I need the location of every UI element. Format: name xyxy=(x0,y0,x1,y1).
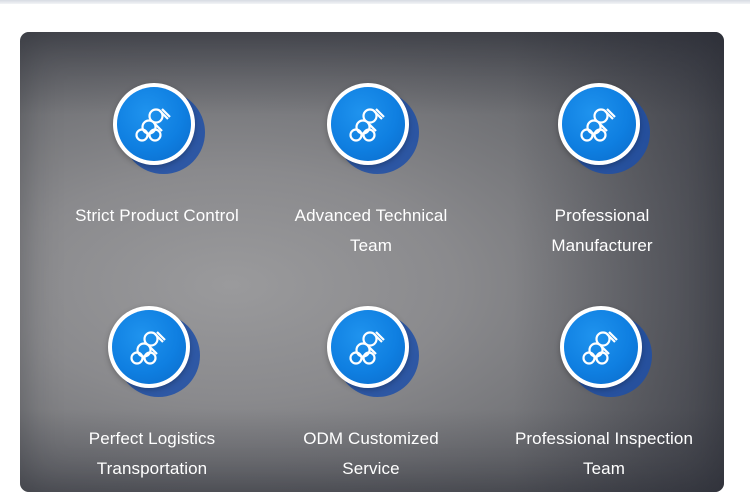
top-divider xyxy=(0,0,750,4)
feature-label: Professional Inspection Team xyxy=(494,424,714,484)
feature-badge xyxy=(113,83,205,174)
feature-strict-product-control: Strict Product Control xyxy=(47,83,267,231)
steel-pipes-icon xyxy=(130,331,166,365)
feature-label-line1: Advanced Technical xyxy=(294,206,448,225)
feature-label: Advanced Technical Team xyxy=(261,201,481,261)
feature-label-line1: Professional Inspection xyxy=(514,429,694,448)
feature-professional-manufacturer: Professional Manufacturer xyxy=(492,83,712,261)
feature-badge xyxy=(327,306,419,397)
feature-professional-inspection-team: Professional Inspection Team xyxy=(494,306,714,484)
feature-odm-customized-service: ODM Customized Service xyxy=(261,306,481,484)
feature-label: Perfect Logistics Transportation xyxy=(42,424,262,484)
feature-advanced-technical-team: Advanced Technical Team xyxy=(261,83,481,261)
feature-label-line1: Perfect Logistics xyxy=(88,429,216,448)
steel-pipes-icon xyxy=(349,108,385,142)
steel-pipes-icon xyxy=(582,331,618,365)
page: Strict Product Control Advanced Technica… xyxy=(0,0,750,494)
feature-label: Strict Product Control xyxy=(47,201,267,231)
feature-label-line2: Team xyxy=(350,236,392,255)
feature-label: ODM Customized Service xyxy=(261,424,481,484)
feature-label-line1: Professional xyxy=(554,206,650,225)
feature-label-line2: Service xyxy=(342,459,400,478)
feature-label-line1: Strict Product Control xyxy=(75,206,239,225)
steel-pipes-icon xyxy=(135,108,171,142)
feature-badge xyxy=(560,306,652,397)
feature-label: Professional Manufacturer xyxy=(492,201,712,261)
feature-badge xyxy=(108,306,200,397)
steel-pipes-icon xyxy=(580,108,616,142)
feature-label-line2: Transportation xyxy=(96,459,208,478)
steel-pipes-icon xyxy=(349,331,385,365)
feature-label-line1: ODM Customized xyxy=(303,429,439,448)
feature-badge xyxy=(558,83,650,174)
feature-perfect-logistics-transportation: Perfect Logistics Transportation xyxy=(42,306,262,484)
feature-badge xyxy=(327,83,419,174)
features-panel: Strict Product Control Advanced Technica… xyxy=(20,32,724,492)
feature-label-line2: Team xyxy=(583,459,625,478)
feature-label-line2: Manufacturer xyxy=(551,236,653,255)
